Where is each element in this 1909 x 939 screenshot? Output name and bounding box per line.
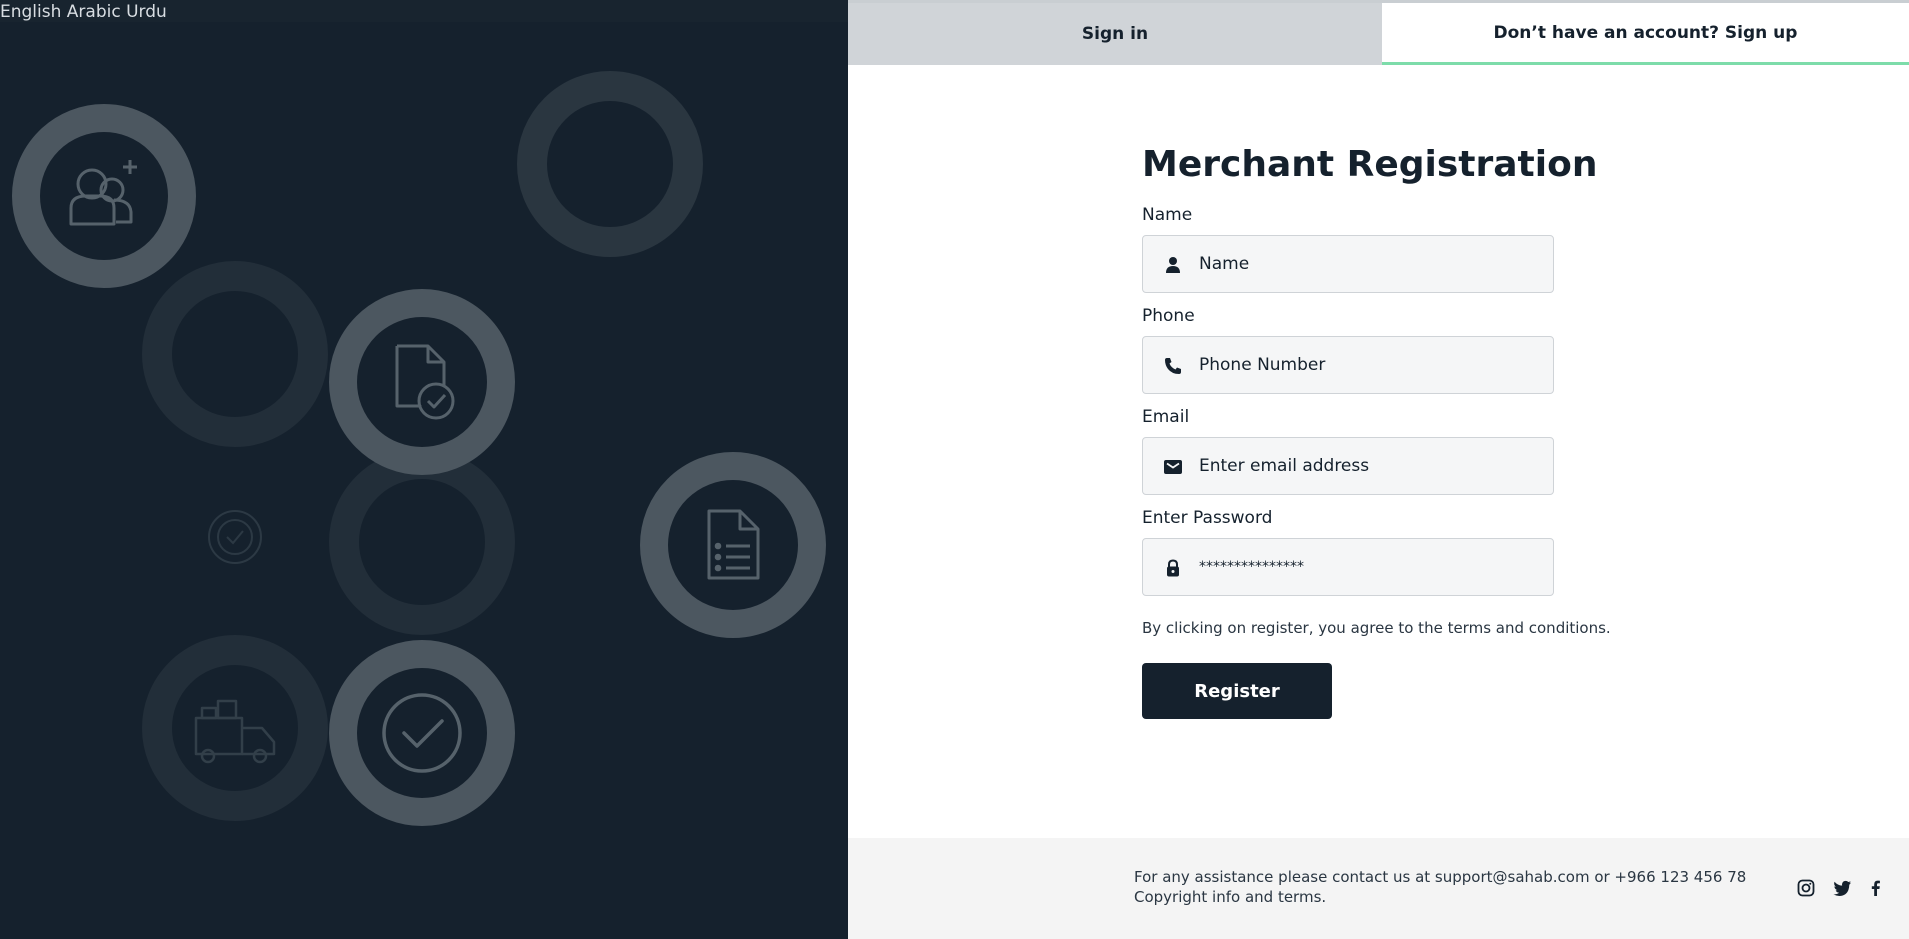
- lang-urdu[interactable]: Urdu: [126, 2, 167, 22]
- language-switcher: English Arabic Urdu: [0, 0, 167, 24]
- ring-faint-mid-left: [142, 261, 328, 447]
- name-input[interactable]: [1199, 236, 1539, 292]
- email-field: [1142, 437, 1554, 495]
- name-label: Name: [1142, 205, 1193, 225]
- check-circle-icon: [382, 693, 462, 773]
- email-input[interactable]: [1199, 438, 1539, 494]
- add-users-icon: [69, 160, 137, 226]
- footer: For any assistance please contact us at …: [848, 838, 1909, 939]
- left-panel: English Arabic Urdu: [0, 0, 848, 939]
- phone-input[interactable]: [1199, 337, 1539, 393]
- lang-english[interactable]: English: [0, 2, 61, 22]
- delivery-truck-icon: [194, 699, 276, 764]
- ring-document-check: [329, 289, 515, 475]
- page-title: Merchant Registration: [1142, 144, 1598, 185]
- right-panel: Sign in Don’t have an account? Sign up M…: [848, 0, 1909, 939]
- name-field: [1142, 235, 1554, 293]
- badge-check-icon: [208, 510, 262, 564]
- tab-sign-in[interactable]: Sign in: [848, 3, 1382, 65]
- twitter-icon[interactable]: [1832, 878, 1852, 898]
- footer-contact: For any assistance please contact us at …: [1134, 868, 1747, 886]
- document-check-icon: [395, 344, 455, 420]
- password-field: [1142, 538, 1554, 596]
- lock-icon: [1167, 559, 1179, 577]
- instagram-icon[interactable]: [1796, 878, 1816, 898]
- register-button[interactable]: Register: [1142, 663, 1332, 719]
- phone-field: [1142, 336, 1554, 394]
- lang-arabic[interactable]: Arabic: [67, 2, 121, 22]
- ring-faint-top: [517, 71, 703, 257]
- user-icon: [1166, 257, 1180, 273]
- email-label: Email: [1142, 407, 1190, 427]
- phone-label: Phone: [1142, 306, 1195, 326]
- ring-faint-center: [329, 449, 515, 635]
- ring-check: [329, 640, 515, 826]
- password-input[interactable]: [1199, 539, 1539, 595]
- terms-text: By clicking on register, you agree to th…: [1142, 619, 1611, 637]
- document-list-icon: [707, 509, 760, 580]
- password-label: Enter Password: [1142, 508, 1273, 528]
- footer-text: For any assistance please contact us at …: [1134, 867, 1746, 907]
- envelope-icon: [1164, 460, 1182, 474]
- registration-form: Merchant Registration Name Phone Email E…: [1142, 140, 1622, 719]
- phone-icon: [1165, 358, 1181, 374]
- facebook-icon[interactable]: [1866, 878, 1886, 898]
- decorative-circles: [12, 71, 826, 826]
- ring-faint-bottom-left: [142, 635, 328, 821]
- footer-copyright[interactable]: Copyright info and terms.: [1134, 887, 1746, 907]
- tab-sign-up[interactable]: Don’t have an account? Sign up: [1382, 3, 1909, 65]
